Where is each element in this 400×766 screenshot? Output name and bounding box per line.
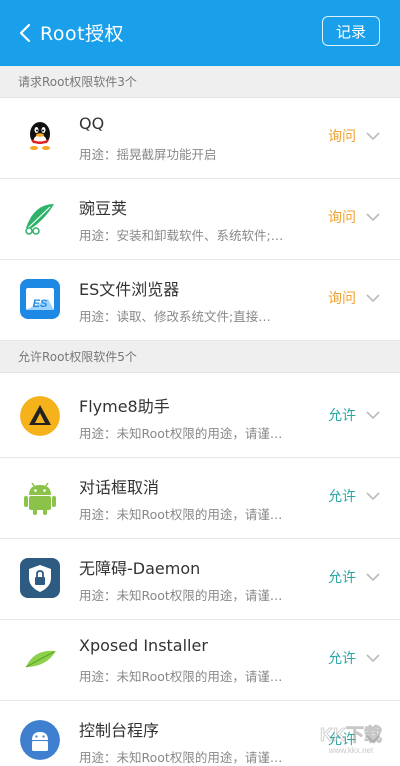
record-button[interactable]: 记录 — [322, 16, 380, 46]
chevron-down-icon[interactable] — [365, 129, 381, 143]
app-row-accessibility-daemon[interactable]: 无障碍-Daemon 用途：未知Root权限的用途，请谨… 允许 — [0, 539, 400, 620]
chevron-down-icon[interactable] — [365, 291, 381, 305]
section-header-requesting: 请求Root权限软件3个 — [0, 66, 400, 98]
permission-status[interactable]: 允许 — [328, 486, 356, 506]
chevron-down-icon[interactable] — [365, 210, 381, 224]
app-name: Xposed Installer — [79, 636, 208, 655]
app-row-qq[interactable]: QQ 用途：摇晃截屏功能开启 询问 — [0, 98, 400, 179]
app-name: 对话框取消 — [79, 478, 160, 497]
app-row-flyme-helper[interactable]: Flyme8助手 用途：未知Root权限的用途，请谨… 允许 — [0, 377, 400, 458]
app-name: 无障碍-Daemon — [79, 559, 201, 578]
svg-text:KK下载: KK下载 — [320, 724, 382, 745]
xposed-leaf-icon — [20, 639, 60, 679]
app-name: QQ — [79, 114, 105, 133]
app-usage: 用途：未知Root权限的用途，请谨… — [79, 588, 283, 603]
android-robot-icon — [20, 477, 60, 517]
permission-status[interactable]: 询问 — [328, 126, 356, 146]
app-name: ES文件浏览器 — [79, 280, 180, 299]
app-usage: 用途：未知Root权限的用途，请谨… — [79, 750, 283, 765]
app-name: Flyme8助手 — [79, 397, 170, 416]
page-title: Root授权 — [40, 23, 125, 45]
app-usage: 用途：摇晃截屏功能开启 — [79, 147, 217, 162]
lock-shield-icon — [20, 558, 60, 598]
app-row-es-file-explorer[interactable]: ES ES文件浏览器 用途：读取、修改系统文件;直接… 询问 — [0, 260, 400, 341]
section-header-allowed: 允许Root权限软件5个 — [0, 341, 400, 373]
chevron-down-icon[interactable] — [365, 651, 381, 665]
app-usage: 用途：未知Root权限的用途，请谨… — [79, 669, 283, 684]
kk-watermark-logo: KK下载 www.kkx.net — [320, 724, 383, 755]
app-row-dialog-cancel[interactable]: 对话框取消 用途：未知Root权限的用途，请谨… 允许 — [0, 458, 400, 539]
app-usage: 用途：安装和卸载软件、系统软件;… — [79, 228, 284, 243]
top-app-bar: Root授权 记录 — [0, 0, 400, 66]
app-usage: 用途：未知Root权限的用途，请谨… — [79, 507, 283, 522]
permission-status[interactable]: 允许 — [328, 567, 356, 587]
app-row-xposed-installer[interactable]: Xposed Installer 用途：未知Root权限的用途，请谨… 允许 — [0, 620, 400, 701]
app-usage: 用途：未知Root权限的用途，请谨… — [79, 426, 283, 441]
svg-text:ES: ES — [33, 298, 48, 310]
back-arrow-icon[interactable] — [14, 20, 36, 46]
app-name: 豌豆荚 — [79, 199, 128, 218]
permission-status[interactable]: 允许 — [328, 648, 356, 668]
app-row-wandoujia[interactable]: 豌豆荚 用途：安装和卸载软件、系统软件;… 询问 — [0, 179, 400, 260]
wandoujia-icon — [20, 198, 60, 238]
android-console-icon — [20, 720, 60, 760]
flyme-helper-icon — [20, 396, 60, 436]
app-usage: 用途：读取、修改系统文件;直接… — [79, 309, 271, 324]
chevron-down-icon[interactable] — [365, 570, 381, 584]
permission-status[interactable]: 询问 — [328, 207, 356, 227]
permission-status[interactable]: 允许 — [328, 405, 356, 425]
qq-penguin-icon — [20, 117, 60, 157]
es-file-explorer-icon: ES — [20, 279, 60, 319]
svg-text:www.kkx.net: www.kkx.net — [328, 746, 374, 755]
chevron-down-icon[interactable] — [365, 489, 381, 503]
permission-status[interactable]: 询问 — [328, 288, 356, 308]
app-name: 控制台程序 — [79, 721, 160, 740]
chevron-down-icon[interactable] — [365, 408, 381, 422]
